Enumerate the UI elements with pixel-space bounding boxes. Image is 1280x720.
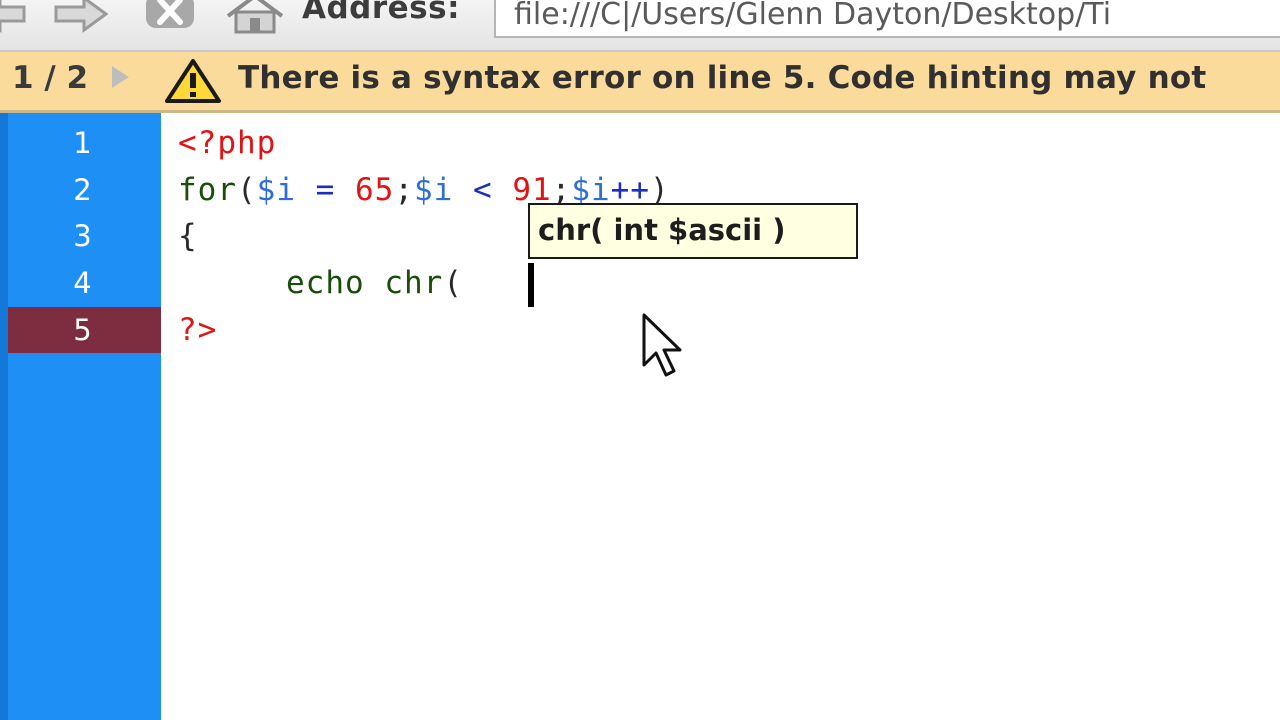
stop-icon[interactable] bbox=[142, 0, 198, 34]
code-line-3: { bbox=[178, 213, 198, 259]
line-number-2: 2 bbox=[73, 173, 92, 207]
line-number-4: 4 bbox=[73, 266, 92, 300]
echo-chr-call: echo chr bbox=[286, 265, 444, 301]
next-warning-icon[interactable] bbox=[112, 66, 129, 88]
paren: ( bbox=[443, 265, 463, 301]
for-keyword: for bbox=[178, 172, 237, 208]
semicolon: ; bbox=[394, 172, 414, 208]
browser-toolbar: Address: bbox=[0, 0, 1280, 52]
back-arrow-icon[interactable] bbox=[0, 0, 28, 34]
warning-triangle-icon bbox=[165, 59, 221, 103]
syntax-warning-bar: 1 / 2 There is a syntax error on line 5.… bbox=[0, 52, 1280, 113]
open-brace: { bbox=[178, 218, 198, 254]
code-line-5: ?> bbox=[178, 307, 217, 353]
number: 65 bbox=[355, 172, 395, 208]
php-open-tag: <?php bbox=[178, 125, 277, 161]
paren: ( bbox=[237, 172, 257, 208]
code-line-1: <?php bbox=[178, 120, 276, 166]
code-hint-text: chr( int $ascii ) bbox=[538, 213, 786, 247]
warning-pager: 1 / 2 bbox=[12, 60, 89, 96]
code-hint-tooltip: chr( int $ascii ) bbox=[528, 203, 858, 259]
code-line-4: echo chr( bbox=[286, 260, 463, 306]
php-close-tag: ?> bbox=[178, 312, 218, 348]
line-number-3: 3 bbox=[73, 219, 92, 253]
text-caret bbox=[528, 263, 534, 307]
variable: $i bbox=[256, 172, 296, 208]
mouse-pointer-icon bbox=[642, 313, 682, 377]
warning-message: There is a syntax error on line 5. Code … bbox=[238, 60, 1207, 96]
line-number-1: 1 bbox=[73, 126, 92, 160]
operator: < bbox=[453, 172, 513, 208]
forward-arrow-icon[interactable] bbox=[52, 0, 108, 34]
home-icon[interactable] bbox=[222, 0, 288, 34]
code-editor[interactable]: 1 2 3 4 5 <?php for($i = 65;$i < 91;$i++… bbox=[0, 113, 1280, 720]
line-number-5-error: 5 bbox=[8, 307, 161, 353]
address-input[interactable] bbox=[494, 0, 1280, 38]
variable: $i bbox=[414, 172, 454, 208]
operator: = bbox=[296, 172, 355, 208]
address-label: Address: bbox=[302, 0, 460, 26]
